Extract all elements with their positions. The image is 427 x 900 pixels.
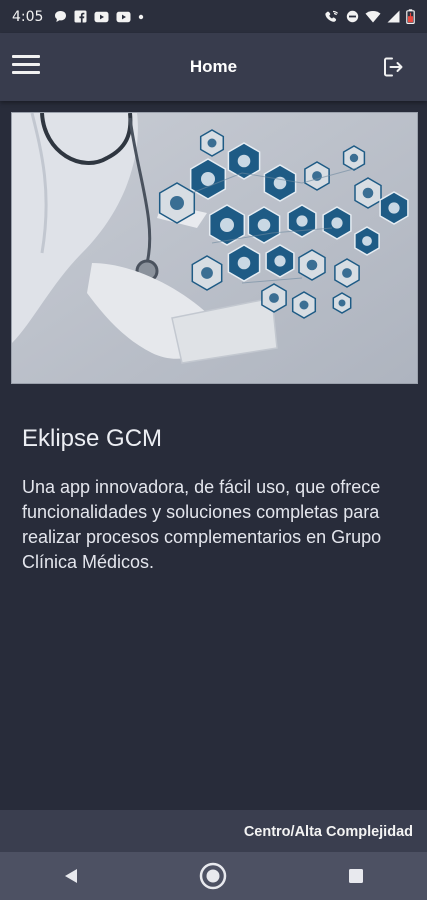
footer-bar: Centro/Alta Complejidad [0, 810, 427, 852]
wifi-icon [365, 11, 381, 23]
home-icon[interactable] [191, 854, 235, 898]
app-description: Una app innovadora, de fácil uso, que of… [22, 477, 382, 572]
doctor-medical-hexagon-illustration [12, 113, 417, 383]
hexagon-glyph [342, 268, 352, 278]
hexagon-glyph [388, 202, 400, 214]
hexagon-glyph [362, 187, 374, 199]
hexagon-glyph [349, 153, 359, 163]
app-name-heading: Eklipse GCM [22, 425, 163, 452]
back-icon[interactable] [49, 854, 93, 898]
do-not-disturb-icon [346, 10, 359, 23]
hexagon-glyph [170, 196, 184, 210]
system-nav-bar [0, 852, 427, 900]
logout-icon[interactable] [381, 55, 405, 79]
status-left: 4:05 [12, 9, 144, 25]
youtube-icon [94, 11, 109, 22]
hexagon-glyph [237, 154, 251, 168]
hexagon-glyph [296, 215, 308, 227]
recents-icon[interactable] [334, 854, 378, 898]
hexagon-glyph [201, 267, 213, 279]
status-bar: 4:05 [0, 0, 427, 33]
footer-label: Centro/Alta Complejidad [243, 824, 413, 840]
hexagon-glyph [220, 218, 234, 232]
signal-icon [387, 10, 400, 23]
hexagon-glyph [338, 299, 346, 307]
dot-icon [139, 14, 144, 19]
hexagon-glyph [299, 300, 309, 310]
wifi-call-icon [325, 10, 339, 22]
facebook-icon [74, 10, 87, 23]
main-content: Eklipse GCM Una app innovadora, de fácil… [22, 425, 412, 575]
youtube-icon [116, 11, 131, 22]
hexagon-glyph [201, 172, 215, 186]
battery-low-icon [406, 9, 415, 24]
status-right [324, 9, 415, 24]
hexagon-glyph [306, 259, 318, 271]
chat-bubble-icon [55, 11, 67, 22]
hexagon-glyph [269, 293, 279, 303]
hero-image [11, 112, 418, 384]
status-time: 4:05 [12, 8, 44, 25]
hexagon-glyph [207, 138, 217, 148]
hexagon-glyph [362, 236, 372, 246]
hexagon-glyph [257, 218, 271, 232]
page-title: Home [189, 57, 238, 76]
hexagon-glyph [274, 255, 286, 267]
app-bar: Home [0, 33, 427, 101]
hexagon-glyph [331, 217, 343, 229]
hexagon-glyph [237, 256, 251, 270]
